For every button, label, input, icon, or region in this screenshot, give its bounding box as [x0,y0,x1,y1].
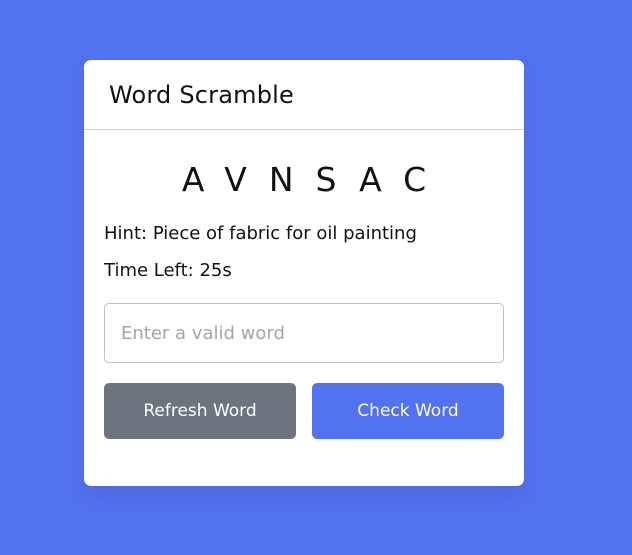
app-title: Word Scramble [109,80,294,109]
time-label: Time Left: [104,260,194,281]
game-content: AVNSAC Hint: Piece of fabric for oil pai… [84,160,524,439]
action-buttons: Refresh Word Check Word [104,383,504,439]
word-scramble-card: Word Scramble AVNSAC Hint: Piece of fabr… [84,60,524,486]
scrambled-word: AVNSAC [181,160,449,199]
refresh-word-button[interactable]: Refresh Word [104,383,296,439]
time-line: Time Left: 25s [104,259,504,283]
check-word-button[interactable]: Check Word [312,383,504,439]
hint-label: Hint: [104,223,148,244]
card-header: Word Scramble [84,60,524,130]
hint-line: Hint: Piece of fabric for oil painting [104,222,504,246]
hint-text: Piece of fabric for oil painting [152,223,417,244]
word-input[interactable] [104,303,504,363]
time-value: 25s [199,260,232,281]
game-details: Hint: Piece of fabric for oil painting T… [104,222,504,283]
